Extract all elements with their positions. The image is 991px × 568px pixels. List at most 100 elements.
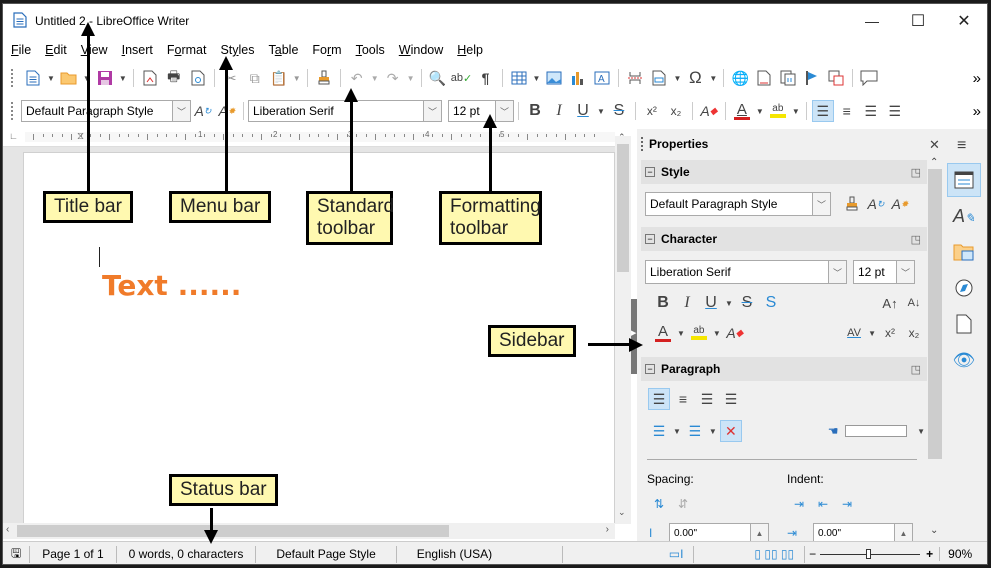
align-right-icon[interactable]: ☰ (860, 100, 882, 122)
chevron-down-icon[interactable]: ﹀ (172, 101, 190, 121)
horizontal-scrollbar[interactable]: ‹ › (3, 523, 615, 539)
comment-icon[interactable] (858, 67, 880, 89)
update-style-icon[interactable]: A ↻ (865, 193, 887, 215)
dropdown-arrow[interactable]: ▼ (868, 329, 876, 338)
strikethrough-button[interactable]: S (608, 100, 630, 122)
dropdown-arrow[interactable]: ▼ (713, 329, 721, 338)
undo-icon[interactable]: ↶ (346, 67, 368, 89)
menu-edit[interactable]: Edit (45, 43, 67, 57)
no-list-icon[interactable]: ✕ (719, 420, 742, 442)
font-size-select[interactable]: 12 pt ﹀ (448, 100, 514, 122)
dropdown-arrow[interactable]: ▼ (533, 74, 541, 83)
chevron-down-icon[interactable]: ﹀ (828, 261, 846, 283)
italic-button[interactable]: I (676, 292, 698, 314)
insert-textbox-icon[interactable]: A (591, 67, 613, 89)
insert-chart-icon[interactable] (567, 67, 589, 89)
dropdown-arrow[interactable]: ▼ (709, 74, 717, 83)
align-center-icon[interactable]: ≡ (836, 100, 858, 122)
font-color-button[interactable]: A (652, 322, 674, 344)
scroll-down-icon[interactable]: ⌄ (618, 507, 626, 518)
dropdown-arrow[interactable]: ▼ (293, 74, 301, 83)
justify-icon[interactable]: ☰ (884, 100, 906, 122)
scrollbar-thumb[interactable] (617, 144, 629, 272)
gallery-tab[interactable] (947, 235, 981, 269)
print-preview-icon[interactable] (187, 67, 209, 89)
spelling-icon[interactable]: ab ✓ (451, 67, 473, 89)
dropdown-arrow[interactable]: ▼ (677, 329, 685, 338)
dropdown-arrow[interactable]: ▼ (597, 107, 605, 116)
tab-stop-type-icon[interactable]: ∟ (9, 131, 18, 141)
dropdown-arrow[interactable]: ▼ (709, 427, 717, 436)
increase-indent-icon[interactable]: ⇥ (788, 493, 810, 515)
view-layout-icons[interactable]: ▯ ▯▯ ▯▯ (694, 545, 806, 563)
language[interactable]: English (USA) (397, 545, 563, 563)
dropdown-arrow[interactable]: ▼ (119, 74, 127, 83)
decrease-indent-icon[interactable]: ⇤ (812, 493, 834, 515)
sidebar-font-size-select[interactable]: 12 pt ﹀ (853, 260, 915, 284)
clone-formatting-icon[interactable] (313, 67, 335, 89)
toolbar-grip[interactable] (11, 102, 15, 120)
insert-image-icon[interactable] (543, 67, 565, 89)
spin-up-icon[interactable]: ▲ (894, 524, 912, 542)
spacing-above-field[interactable]: 0.00" ▲ (669, 523, 769, 543)
menu-tools[interactable]: Tools (356, 43, 385, 57)
align-center-icon[interactable]: ≡ (672, 388, 694, 410)
dropdown-arrow[interactable]: ▼ (673, 427, 681, 436)
menu-form[interactable]: Form (312, 43, 341, 57)
menu-table[interactable]: Table (269, 43, 299, 57)
justify-icon[interactable]: ☰ (720, 388, 742, 410)
scroll-left-icon[interactable]: ‹ (6, 524, 9, 535)
navigator-tab[interactable] (947, 271, 981, 305)
subscript-button[interactable]: x₂ (665, 100, 687, 122)
chevron-down-icon[interactable]: ﹀ (423, 101, 441, 121)
dropdown-arrow[interactable]: ▼ (47, 74, 55, 83)
save-icon[interactable] (94, 67, 116, 89)
strikethrough-button[interactable]: S (736, 292, 758, 314)
menu-window[interactable]: Window (399, 43, 443, 57)
styles-tab[interactable]: A✎ (947, 199, 981, 233)
decrease-spacing-icon[interactable]: ⇵ (672, 493, 694, 515)
character-section-header[interactable]: − Character ◳ (641, 227, 927, 251)
sidebar-paragraph-style-select[interactable]: Default Paragraph Style ﹀ (645, 192, 831, 216)
italic-button[interactable]: I (548, 100, 570, 122)
style-section-header[interactable]: − Style ◳ (641, 160, 927, 184)
document-text[interactable]: Text ...... (102, 269, 241, 302)
grow-font-button[interactable]: A↑ (879, 292, 901, 314)
increase-spacing-icon[interactable]: ⇅ (648, 493, 670, 515)
scroll-down-icon[interactable]: ⌄ (930, 525, 938, 536)
more-options-icon[interactable]: ◳ (911, 233, 921, 246)
horizontal-ruler[interactable]: ∟ 1 2 3 4 5 ⧖ (3, 129, 631, 147)
find-replace-icon[interactable]: 🔍 (427, 67, 449, 89)
footnote-icon[interactable] (753, 67, 775, 89)
shadow-button[interactable]: S (760, 292, 782, 314)
indent-before-field[interactable]: 0.00" ▲ (813, 523, 913, 543)
more-options-icon[interactable]: ◳ (911, 166, 921, 179)
dropdown-arrow[interactable]: ▼ (407, 74, 415, 83)
bold-button[interactable]: B (652, 292, 674, 314)
dropdown-arrow[interactable]: ▼ (725, 299, 733, 308)
underline-button[interactable]: U (572, 100, 594, 122)
copy-icon[interactable]: ⧉ (244, 67, 266, 89)
page-style[interactable]: Default Page Style (256, 545, 397, 563)
toolbar-overflow-button[interactable]: » (973, 70, 981, 87)
more-options-icon[interactable]: ◳ (911, 363, 921, 376)
dropdown-arrow[interactable]: ▼ (917, 427, 925, 436)
highlight-color-button[interactable]: ab (688, 322, 710, 344)
hanging-indent-icon[interactable]: ⇥ (836, 493, 858, 515)
scroll-right-icon[interactable]: › (606, 524, 609, 535)
update-style-icon[interactable]: A ↻ (192, 100, 214, 122)
bookmark-icon[interactable] (801, 67, 823, 89)
collapse-icon[interactable]: − (645, 167, 655, 177)
zoom-in-button[interactable]: + (920, 547, 941, 561)
bullet-list-icon[interactable]: ☰ (648, 420, 670, 442)
insert-table-icon[interactable] (508, 67, 530, 89)
underline-button[interactable]: U (700, 292, 722, 314)
highlight-color-button[interactable]: ab (767, 100, 789, 122)
dropdown-arrow[interactable]: ▼ (756, 107, 764, 116)
shrink-font-button[interactable]: A↓ (903, 292, 925, 314)
insert-mode-icon[interactable]: ▭I (563, 545, 695, 563)
collapse-icon[interactable]: − (645, 364, 655, 374)
chevron-down-icon[interactable]: ﹀ (896, 261, 914, 283)
sidebar-menu-button[interactable]: ≡ (957, 137, 966, 155)
numbered-list-icon[interactable]: ☰ (684, 420, 706, 442)
